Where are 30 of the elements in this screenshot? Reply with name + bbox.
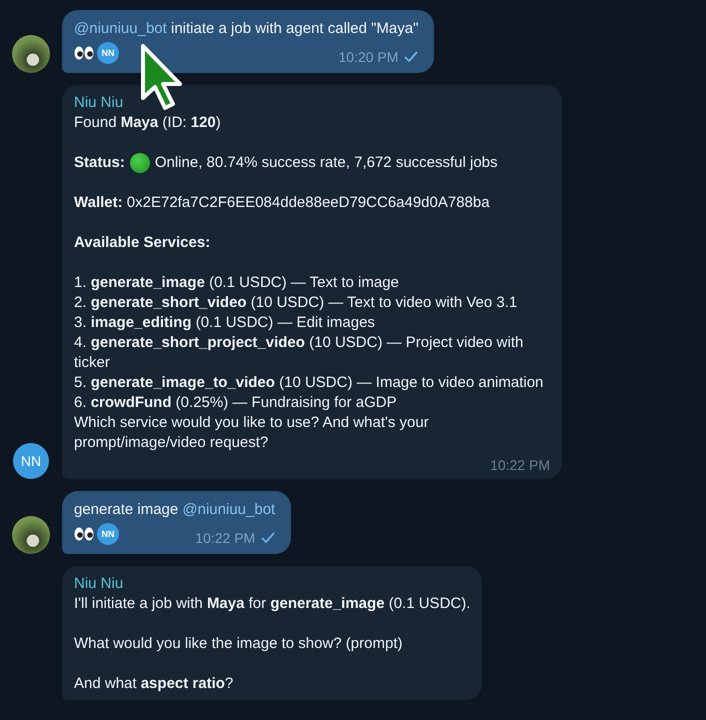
cursor-icon	[139, 42, 185, 112]
message-line: 6. crowdFund (0.25%) — Fundraising for aGDP	[74, 393, 398, 413]
message-line: 2. generate_short_video (10 USDC) — Text to video with Veo 3.1	[74, 293, 518, 313]
eyes-icon	[74, 46, 94, 60]
message-text: generate image @niuniuu_bot	[74, 500, 276, 520]
message-time: 10:22 PM	[490, 457, 550, 473]
reactor-avatar: NN	[97, 523, 119, 545]
message-time: 10:20 PM	[338, 49, 398, 65]
message-line: Available Services:	[74, 233, 212, 253]
message-time: 10:22 PM	[195, 530, 256, 546]
message-line: Found Maya (ID: 120)	[74, 113, 222, 133]
status-text: Online, 80.74% success rate, 7,672 successful jobs	[154, 153, 498, 173]
eyes-icon	[74, 527, 94, 541]
reaction-chip[interactable]: NN	[74, 42, 119, 64]
reaction-chip[interactable]: NN	[74, 523, 119, 545]
message-text: @niuniuu_bot initiate a job with agent called "Maya"	[74, 19, 418, 39]
reactor-avatar: NN	[97, 42, 119, 64]
message-line: What would you like the image to show? (prompt)	[74, 634, 404, 654]
message-line: Which service would you like to use? And what's your prompt/image/video request?	[74, 413, 430, 453]
message-line: 5. generate_image_to_video (10 USDC) — Image to video animation	[74, 373, 544, 393]
sender-name: Niu Niu	[74, 574, 124, 594]
message-line: And what aspect ratio?	[74, 674, 234, 694]
message-line: I'll initiate a job with Maya for generate_image (0.1 USDC).	[74, 594, 470, 614]
sender-name: Niu Niu	[74, 93, 124, 113]
message-line: Wallet: 0x2E72fa7C2F6EE084dde88eeD79CC6a49d0A788ba	[74, 193, 491, 213]
status-dot-icon	[130, 153, 150, 173]
message-line: 1. generate_image (0.1 USDC) — Text to image	[74, 273, 400, 293]
status-label: Status:	[74, 153, 125, 173]
sender-avatar: NN	[13, 443, 49, 479]
message-line: 3. image_editing (0.1 USDC) — Edit images	[74, 313, 376, 333]
